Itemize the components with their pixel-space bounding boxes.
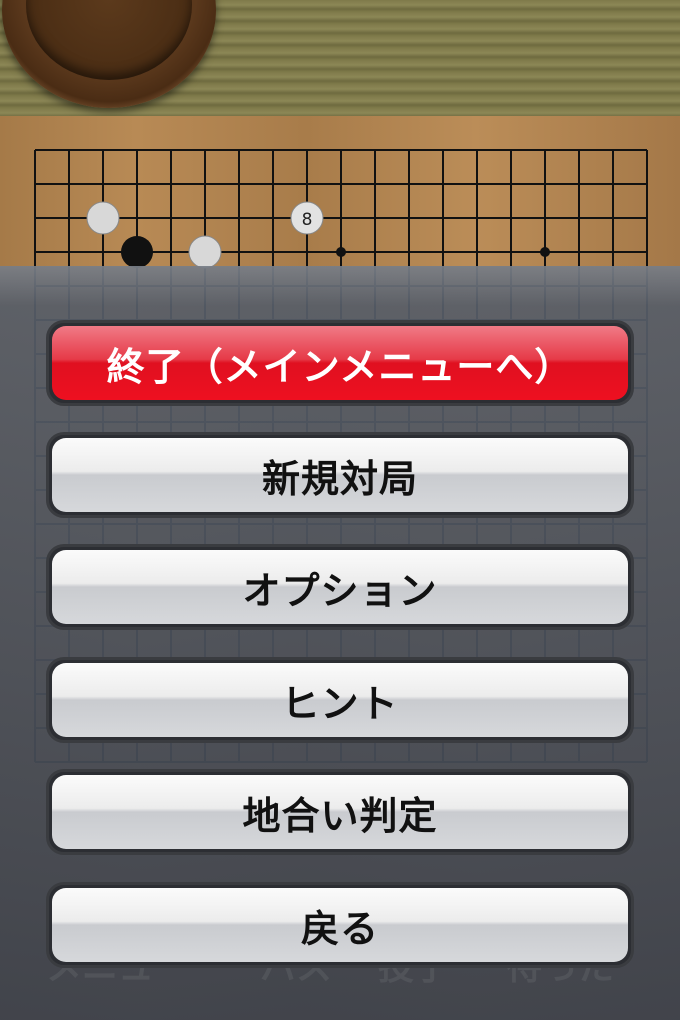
hint-button[interactable]: ヒント — [46, 657, 634, 743]
territory-estimate-label: 地合い判定 — [52, 775, 628, 849]
back-label: 戻る — [52, 888, 628, 962]
new-game-label: 新規対局 — [52, 438, 628, 512]
overlay-gloss — [0, 266, 680, 306]
options-label: オプション — [52, 550, 628, 624]
stone-bowl-inner — [26, 0, 192, 80]
hint-label: ヒント — [52, 663, 628, 737]
back-button[interactable]: 戻る — [46, 882, 634, 968]
white-stone — [188, 235, 222, 269]
quit-to-main-menu-label: 終了（メインメニューへ） — [52, 326, 628, 400]
territory-estimate-button[interactable]: 地合い判定 — [46, 769, 634, 855]
options-button[interactable]: オプション — [46, 544, 634, 630]
star-point — [336, 247, 346, 257]
star-point — [540, 247, 550, 257]
white-stone — [86, 201, 120, 235]
new-game-button[interactable]: 新規対局 — [46, 432, 634, 518]
black-stone — [121, 236, 153, 268]
quit-to-main-menu-button[interactable]: 終了（メインメニューへ） — [46, 320, 634, 406]
stone-number: 8 — [302, 210, 313, 230]
